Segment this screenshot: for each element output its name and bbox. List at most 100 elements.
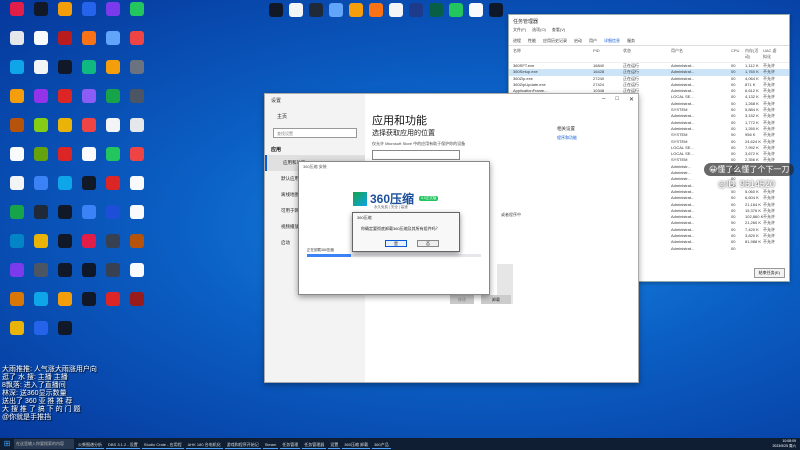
desktop-shortcut[interactable] <box>4 176 30 202</box>
tab-processes[interactable]: 进程 <box>513 38 521 44</box>
tab-performance[interactable]: 性能 <box>528 38 536 44</box>
desktop-shortcut[interactable] <box>124 234 150 260</box>
desktop-shortcut[interactable] <box>4 60 30 86</box>
desktop-shortcut[interactable] <box>100 176 126 202</box>
desktop-shortcut[interactable] <box>76 60 102 86</box>
desktop-shortcut[interactable] <box>76 31 102 57</box>
taskbar-item[interactable]: 火柴图谱分析 <box>76 439 104 449</box>
app-source-dropdown[interactable] <box>372 150 460 160</box>
desktop-shortcut[interactable] <box>4 321 30 347</box>
taskbar-item[interactable]: AHK 180 台电机化 <box>185 439 223 449</box>
menu-options[interactable]: 选项(O) <box>532 27 546 36</box>
col-cpu[interactable]: CPU <box>731 48 745 60</box>
no-button[interactable]: 否 <box>417 240 439 247</box>
desktop-shortcut[interactable] <box>28 31 54 57</box>
windows-start-icon[interactable]: ⊞ <box>2 439 12 449</box>
taskbar-search-input[interactable]: 在这里输入你要搜索的内容 <box>14 439 74 449</box>
desktop-shortcut[interactable] <box>4 263 30 289</box>
modify-button[interactable]: 修改 <box>450 295 474 304</box>
desktop-shortcut[interactable] <box>76 205 102 231</box>
desktop-shortcut[interactable] <box>52 89 78 115</box>
desktop-shortcut[interactable] <box>28 292 54 318</box>
desktop-shortcut[interactable] <box>28 89 54 115</box>
col-pid[interactable]: PID <box>593 48 623 60</box>
desktop-shortcut[interactable] <box>52 205 78 231</box>
tab-users[interactable]: 用户 <box>589 38 597 44</box>
desktop-shortcut[interactable] <box>124 60 150 86</box>
tab-details[interactable]: 详细信息 <box>604 38 620 44</box>
desktop-shortcut[interactable] <box>76 263 102 289</box>
desktop-shortcut[interactable] <box>52 31 78 57</box>
desktop-shortcut[interactable] <box>76 292 102 318</box>
desktop-shortcut[interactable] <box>124 2 150 28</box>
col-uac[interactable]: UAC 虚拟化 <box>763 48 779 60</box>
desktop-shortcut[interactable] <box>52 147 78 173</box>
desktop-shortcut[interactable] <box>52 234 78 260</box>
tab-app-history[interactable]: 应用历史记录 <box>543 38 567 44</box>
col-memory[interactable]: 内存(活动) <box>745 48 763 60</box>
desktop-shortcut[interactable] <box>52 60 78 86</box>
desktop-shortcut[interactable] <box>28 205 54 231</box>
desktop-shortcut[interactable] <box>76 2 102 28</box>
desktop-shortcut[interactable] <box>100 89 126 115</box>
desktop-shortcut[interactable] <box>100 2 126 28</box>
desktop-shortcut[interactable] <box>124 147 150 173</box>
desktop-shortcut[interactable] <box>76 147 102 173</box>
col-extra[interactable] <box>779 48 795 60</box>
desktop-shortcut[interactable] <box>4 2 30 28</box>
desktop-shortcut[interactable] <box>28 118 54 144</box>
desktop-shortcut[interactable] <box>4 234 30 260</box>
taskbar-item[interactable]: 360产品 <box>372 439 391 449</box>
menu-file[interactable]: 文件(F) <box>513 27 526 36</box>
desktop-shortcut[interactable] <box>124 31 150 57</box>
desktop-shortcut[interactable] <box>100 263 126 289</box>
tab-services[interactable]: 服务 <box>627 38 635 44</box>
desktop-shortcut[interactable] <box>52 263 78 289</box>
desktop-shortcut[interactable] <box>100 118 126 144</box>
desktop-shortcut[interactable] <box>100 60 126 86</box>
desktop-shortcut[interactable] <box>76 176 102 202</box>
taskbar-item[interactable]: DBS 3.1.2 - 设置 <box>106 439 140 449</box>
taskbar-item[interactable]: Steam <box>262 439 279 449</box>
settings-search-input[interactable]: 查找设置 <box>273 128 357 138</box>
desktop-shortcut[interactable] <box>124 292 150 318</box>
taskbar-item[interactable]: 游戏和程序开始记 <box>224 439 261 449</box>
minimize-icon[interactable]: – <box>602 96 605 103</box>
desktop-shortcut[interactable] <box>100 292 126 318</box>
desktop-shortcut[interactable] <box>76 118 102 144</box>
taskbar-item[interactable]: 设置 <box>328 439 341 449</box>
desktop-shortcut[interactable] <box>52 176 78 202</box>
desktop-shortcut[interactable] <box>100 205 126 231</box>
desktop-shortcut[interactable] <box>4 292 30 318</box>
desktop-shortcut[interactable] <box>124 118 150 144</box>
desktop-shortcut[interactable] <box>52 321 78 347</box>
desktop-shortcut[interactable] <box>52 118 78 144</box>
desktop-shortcut[interactable] <box>4 205 30 231</box>
col-status[interactable]: 状态 <box>623 48 671 60</box>
tab-startup[interactable]: 启动 <box>574 38 582 44</box>
desktop-shortcut[interactable] <box>76 234 102 260</box>
desktop-shortcut[interactable] <box>52 2 78 28</box>
desktop-shortcut[interactable] <box>76 89 102 115</box>
col-name[interactable]: 名称 <box>513 48 593 60</box>
desktop-shortcut[interactable] <box>28 60 54 86</box>
taskbar-item[interactable]: 任务管理器 <box>302 439 327 449</box>
desktop-shortcut[interactable] <box>4 89 30 115</box>
settings-home[interactable]: 主页 <box>265 107 365 126</box>
desktop-shortcut[interactable] <box>124 263 150 289</box>
desktop-shortcut[interactable] <box>28 2 54 28</box>
desktop-shortcut[interactable] <box>483 3 509 29</box>
taskbar-clock[interactable]: 10:08:09 2023/5/25 周六 <box>772 439 800 449</box>
menu-view[interactable]: 查看(V) <box>552 27 565 36</box>
desktop-shortcut[interactable] <box>4 147 30 173</box>
desktop-shortcut[interactable] <box>4 118 30 144</box>
yes-button[interactable]: 是 <box>385 240 407 247</box>
desktop-shortcut[interactable] <box>28 176 54 202</box>
desktop-shortcut[interactable] <box>52 292 78 318</box>
desktop-shortcut[interactable] <box>124 176 150 202</box>
confirm-dialog[interactable]: 360压缩 你确定要彻底卸载360压缩及其所有组件吗？ 是 否 <box>352 212 460 252</box>
desktop-shortcut[interactable] <box>100 31 126 57</box>
desktop-shortcut[interactable] <box>100 234 126 260</box>
desktop-shortcut[interactable] <box>100 147 126 173</box>
programs-features-link[interactable]: 程序和功能 <box>557 135 577 141</box>
